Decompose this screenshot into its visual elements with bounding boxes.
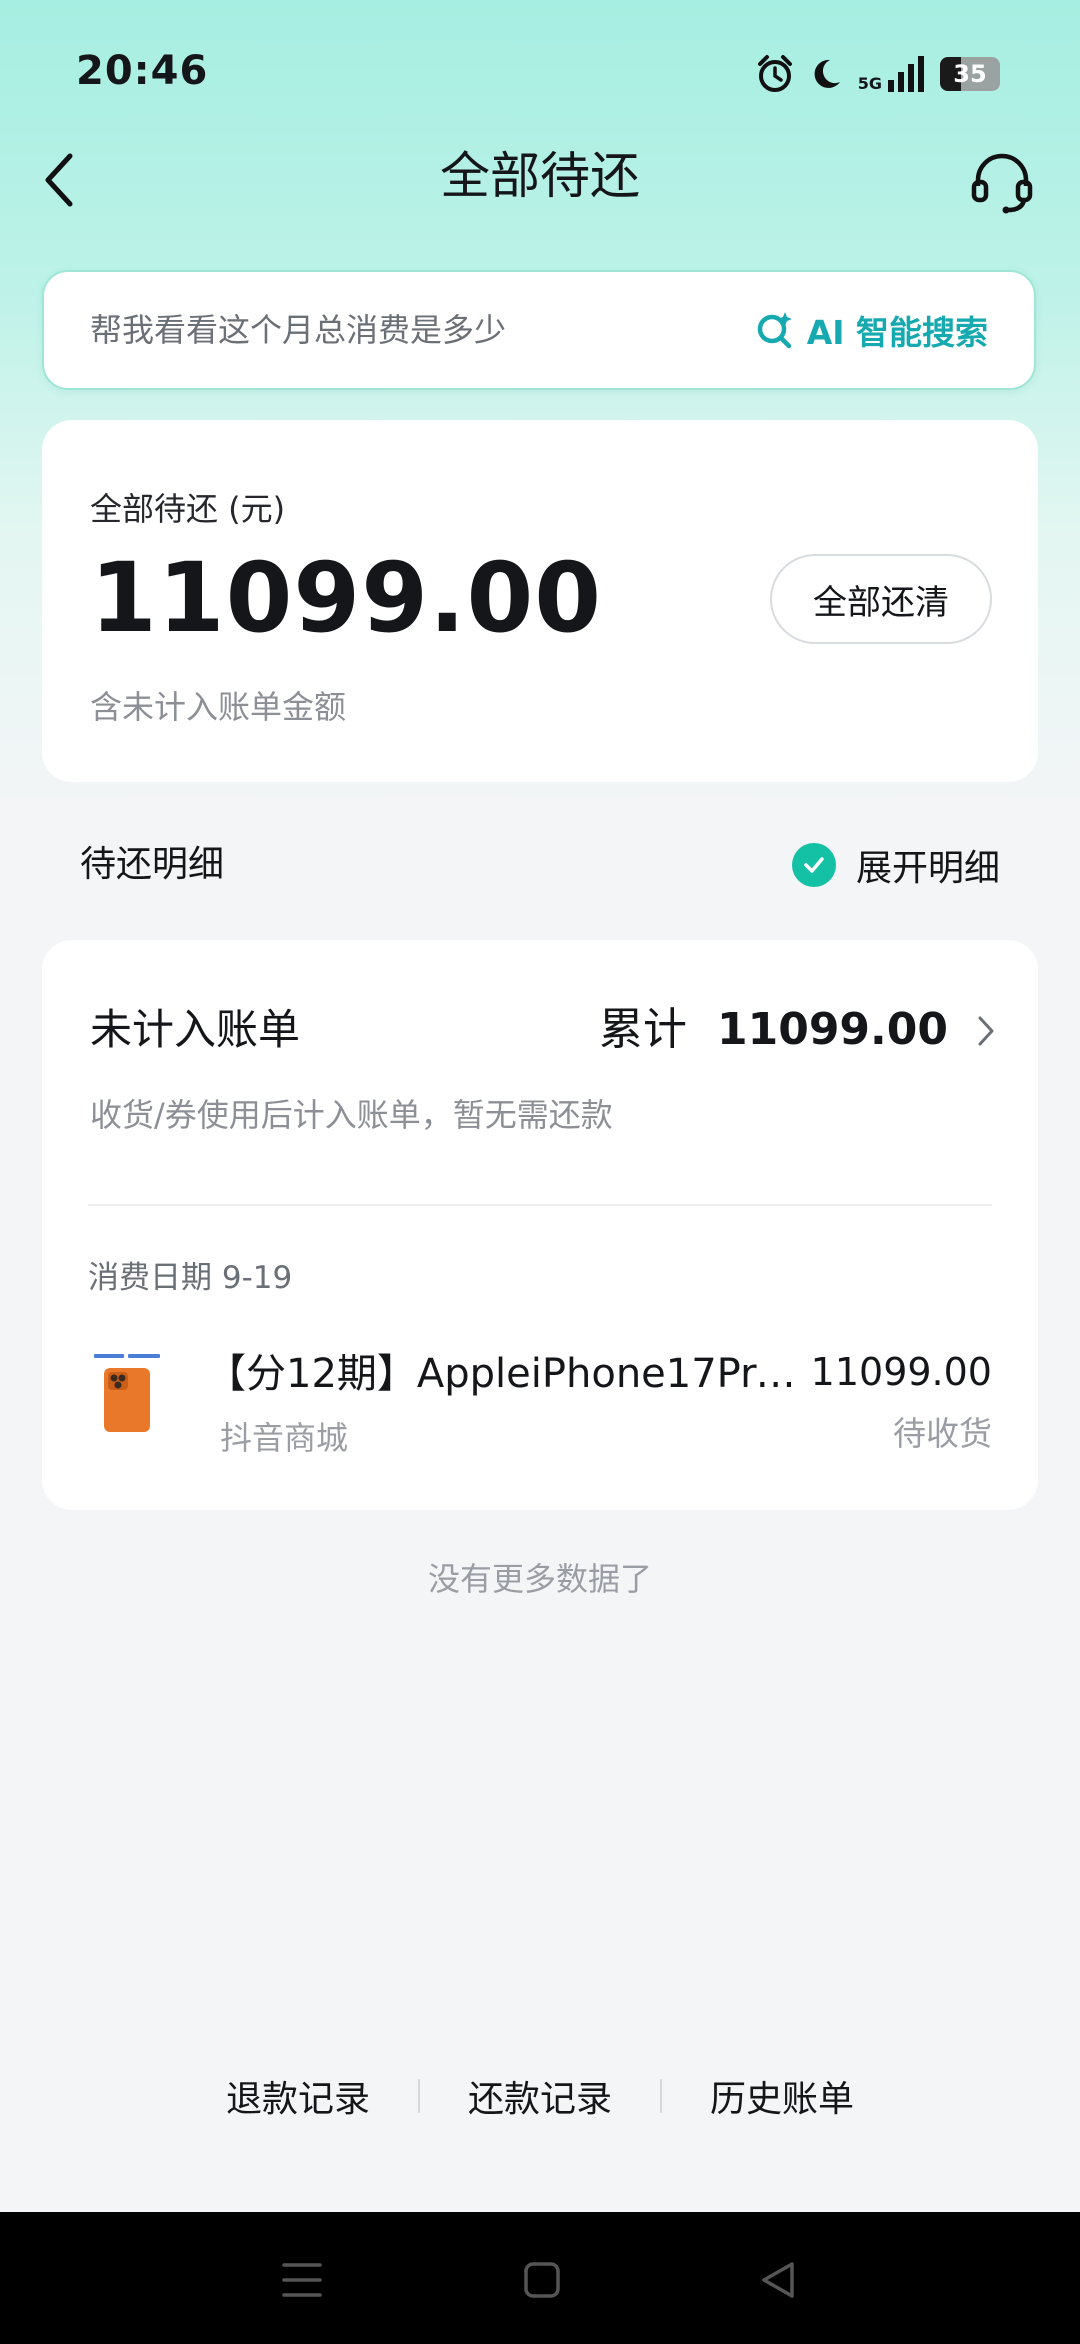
unbilled-subtitle: 收货/券使用后计入账单，暂无需还款 (90, 1096, 613, 1134)
no-more-data: 没有更多数据了 (427, 1560, 652, 1598)
ai-search-label: AI 智能搜索 (806, 313, 988, 352)
battery-icon: 35 (940, 57, 1000, 91)
product-amount: 11099.00 (810, 1350, 992, 1394)
consumption-date: 消费日期 9-19 (88, 1260, 293, 1296)
alarm-icon (757, 55, 792, 92)
customer-service-icon[interactable] (970, 152, 1034, 214)
unbilled-total-prefix: 累计 (598, 1004, 687, 1055)
pay-all-button[interactable]: 全部还清 (770, 554, 992, 644)
unbilled-total[interactable]: 累计 11099.00 (599, 1000, 948, 1060)
footer-links: 退款记录 还款记录 历史账单 (0, 2066, 1080, 2126)
details-title: 待还明细 (80, 844, 225, 885)
ai-search-icon (757, 312, 792, 349)
unbilled-title: 未计入账单 (90, 1005, 301, 1054)
refund-records-link[interactable]: 退款记录 (178, 2070, 418, 2122)
status-icons: 5G 35 (756, 52, 1000, 96)
moon-icon (814, 59, 840, 88)
product-name[interactable]: 【分12期】AppleiPhone17ProMax (206, 1346, 816, 1402)
check-icon (791, 843, 836, 887)
product-thumbnail[interactable] (90, 1348, 166, 1438)
battery-percent: 35 (953, 60, 987, 88)
ai-search-button[interactable]: AI 智能搜索 (755, 272, 988, 388)
expand-details-label: 展开明细 (855, 848, 1000, 889)
total-due-amount: 11099.00 (90, 542, 603, 654)
signal-icon (888, 56, 924, 92)
divider (88, 1204, 992, 1206)
unbilled-total-amount: 11099.00 (716, 1004, 948, 1055)
total-due-note: 含未计入账单金额 (90, 688, 347, 726)
status-time: 20:46 (76, 48, 209, 94)
signal-group: 5G (858, 56, 926, 92)
menu-icon[interactable] (282, 2262, 322, 2298)
ai-search-bar[interactable]: 帮我看看这个月总消费是多少 AI 智能搜索 (42, 270, 1036, 390)
home-icon[interactable] (524, 2262, 560, 2298)
total-due-label: 全部待还 (元) (90, 490, 286, 528)
expand-details-toggle[interactable]: 展开明细 (791, 840, 1000, 890)
page-title: 全部待还 (440, 147, 640, 205)
network-type: 5G (857, 74, 882, 93)
search-placeholder: 帮我看看这个月总消费是多少 (90, 311, 507, 349)
total-due-card: 全部待还 (元) 11099.00 含未计入账单金额 全部还清 (42, 420, 1038, 782)
unbilled-card: 未计入账单 累计 11099.00 收货/券使用后计入账单，暂无需还款 消费日期… (42, 940, 1038, 1510)
back-nav-icon[interactable] (760, 2260, 796, 2300)
product-shop: 抖音商城 (220, 1419, 349, 1457)
chevron-right-icon[interactable] (976, 1014, 996, 1048)
history-bills-link[interactable]: 历史账单 (662, 2070, 902, 2122)
product-status: 待收货 (893, 1414, 992, 1453)
system-nav-bar (0, 2212, 1080, 2344)
repayment-records-link[interactable]: 还款记录 (420, 2070, 660, 2122)
